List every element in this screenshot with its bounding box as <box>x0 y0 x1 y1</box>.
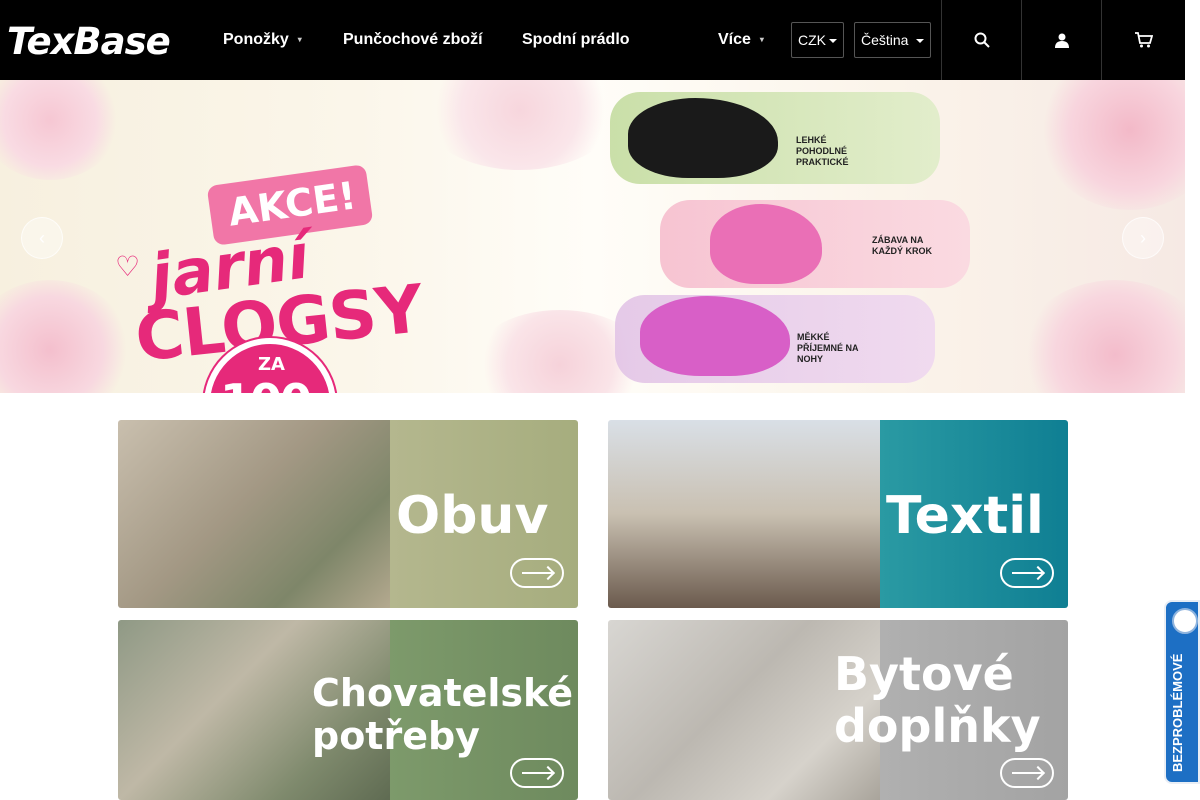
obuv-photo <box>118 420 390 608</box>
blossom-decoration <box>1040 80 1185 210</box>
caret-down-icon: ▾ <box>759 35 764 44</box>
badge-price: 100 <box>220 374 312 393</box>
category-arrow-button[interactable] <box>510 758 564 788</box>
category-title: Chovatelské potřeby <box>312 671 574 758</box>
arrow-right-icon <box>1012 772 1042 774</box>
heart-icon: ♡ <box>115 250 141 283</box>
language-value: Čeština <box>861 32 909 48</box>
category-textil[interactable]: Textil <box>608 420 1068 608</box>
currency-value: CZK <box>798 32 826 48</box>
textil-photo <box>608 420 880 608</box>
user-icon <box>1054 33 1069 48</box>
feature-text-3: MĚKKÉ PŘÍJEMNÉ NA NOHY <box>797 332 859 364</box>
nav-spodni-pradlo[interactable]: Spodní prádlo <box>522 30 630 50</box>
trust-badge[interactable]: BEZPROBLÉMOVÉ <box>1164 600 1200 784</box>
category-bytove-doplnky[interactable]: Bytové doplňky <box>608 620 1068 800</box>
caret-down-icon: ▾ <box>297 35 302 44</box>
blossom-decoration <box>0 80 120 180</box>
nav-label: Více <box>718 31 751 49</box>
cart-icon <box>1134 32 1153 48</box>
carousel-next-button[interactable]: › <box>1122 217 1164 259</box>
account-button[interactable] <box>1021 0 1101 80</box>
category-arrow-button[interactable] <box>510 558 564 588</box>
certificate-seal-icon <box>1172 608 1198 634</box>
blossom-decoration <box>0 280 130 393</box>
arrow-right-icon <box>522 572 552 574</box>
site-header: TexBase Ponožky ▾ Punčochové zboží Spodní… <box>0 0 1185 80</box>
currency-select[interactable]: CZK <box>791 22 844 58</box>
nav-vice[interactable]: Více ▾ <box>718 30 764 50</box>
chevron-right-icon: › <box>1140 227 1146 248</box>
category-arrow-button[interactable] <box>1000 558 1054 588</box>
nav-puncochove-zbozi[interactable]: Punčochové zboží <box>343 30 483 50</box>
search-icon <box>974 32 990 48</box>
blossom-decoration <box>420 80 620 170</box>
category-title: Obuv <box>396 486 549 546</box>
category-arrow-button[interactable] <box>1000 758 1054 788</box>
nav-label: Spodní prádlo <box>522 31 630 48</box>
trust-badge-label: BEZPROBLÉMOVÉ <box>1170 653 1185 772</box>
category-title: Textil <box>886 486 1044 546</box>
nav-ponozky[interactable]: Ponožky ▾ <box>223 30 302 50</box>
category-obuv[interactable]: Obuv <box>118 420 578 608</box>
cart-button[interactable] <box>1101 0 1185 80</box>
arrow-right-icon <box>522 772 552 774</box>
badge-za: ZA <box>258 354 285 375</box>
carousel-prev-button[interactable]: ‹ <box>21 217 63 259</box>
language-select[interactable]: Čeština <box>854 22 931 58</box>
dropdown-arrow-icon <box>916 39 924 43</box>
search-button[interactable] <box>941 0 1021 80</box>
feature-text-1: LEHKÉ POHODLNÉ PRAKTICKÉ <box>796 135 849 167</box>
site-logo[interactable]: TexBase <box>7 19 171 63</box>
logo-text: TexBase <box>7 19 171 63</box>
category-chovatelske-potreby[interactable]: Chovatelské potřeby <box>118 620 578 800</box>
category-title: Bytové doplňky <box>834 647 1041 753</box>
dropdown-arrow-icon <box>829 39 837 43</box>
chevron-left-icon: ‹ <box>39 227 45 248</box>
feature-text-2: ZÁBAVA NA KAŽDÝ KROK <box>872 235 932 256</box>
nav-label: Punčochové zboží <box>343 31 483 48</box>
blossom-decoration <box>1020 280 1185 393</box>
arrow-right-icon <box>1012 572 1042 574</box>
nav-label: Ponožky <box>223 31 289 49</box>
hero-banner[interactable]: AKCE! jarní CLOGSY ♡ ZA 100 KČ LEHKÉ POH… <box>0 80 1185 393</box>
